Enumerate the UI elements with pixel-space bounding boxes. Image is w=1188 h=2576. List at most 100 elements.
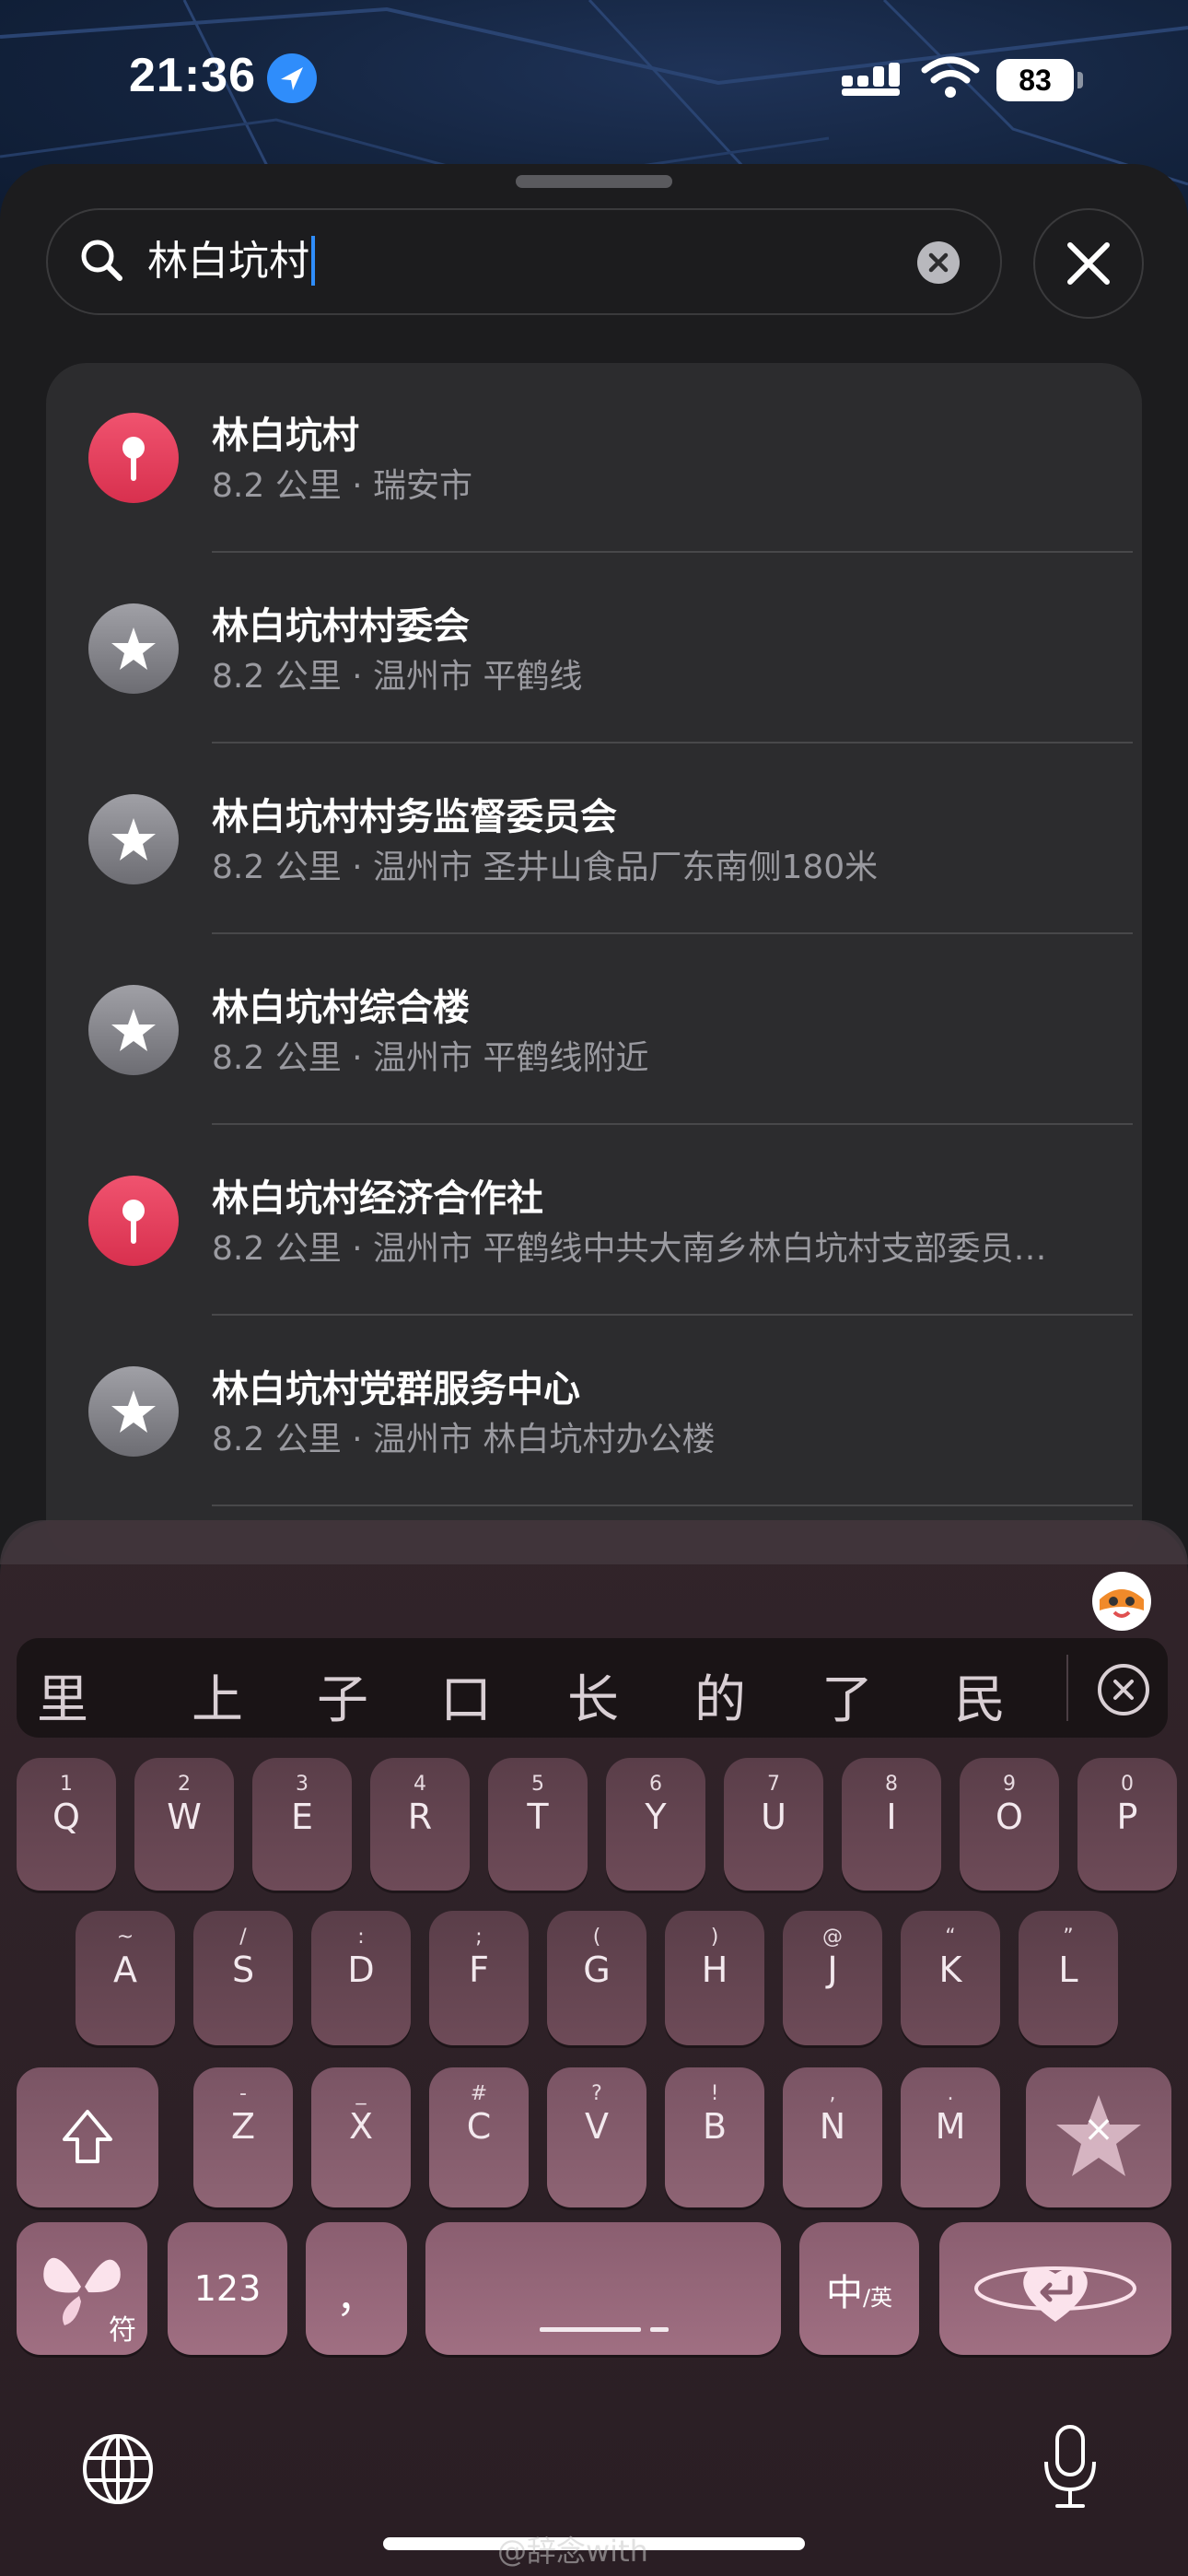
result-row[interactable]: 林白坑村 8.2 公里 · 瑞安市 (46, 363, 1142, 554)
key-secondary-label: ” (1063, 1926, 1074, 1949)
space-key[interactable] (425, 2222, 781, 2355)
close-icon[interactable] (1033, 208, 1144, 319)
key-k[interactable]: “K (901, 1911, 1000, 2045)
row-divider (212, 1123, 1133, 1125)
key-secondary-label: ! (710, 2082, 719, 2105)
key-label: K (938, 1950, 962, 1990)
key-secondary-label: ( (592, 1926, 601, 1949)
numbers-key[interactable]: 123 (168, 2222, 287, 2355)
key-x[interactable]: _ X (311, 2067, 411, 2207)
key-w[interactable]: 2W (134, 1758, 234, 1891)
key-secondary-label: / (239, 1926, 247, 1949)
comma-key[interactable]: ， (306, 2222, 407, 2355)
key-o[interactable]: 9O (960, 1758, 1059, 1891)
key-e[interactable]: 3E (252, 1758, 352, 1891)
key-label: F (469, 1950, 489, 1990)
result-row[interactable]: 林白坑村村务监督委员会 8.2 公里 · 温州市 圣井山食品厂东南侧180米 (46, 744, 1142, 935)
candidate-item[interactable]: 里 (26, 1658, 99, 1733)
keyboard-mascot-icon[interactable] (1092, 1572, 1151, 1631)
delete-key[interactable]: × (1026, 2067, 1171, 2207)
key-label: R (407, 1797, 433, 1837)
row-divider (212, 1505, 1133, 1506)
candidate-item[interactable]: 的 (683, 1658, 757, 1733)
key-i[interactable]: 8I (842, 1758, 941, 1891)
key-z[interactable]: -Z (193, 2067, 293, 2207)
key-q[interactable]: 1Q (17, 1758, 116, 1891)
result-title: 林白坑村党群服务中心 (212, 1368, 580, 1411)
search-input-text: 林白坑村 (147, 238, 309, 285)
candidate-divider (1066, 1655, 1068, 1721)
key-r[interactable]: 4R (370, 1758, 470, 1891)
key-h[interactable]: ) H (665, 1911, 764, 2045)
key-secondary-label: _ (355, 2082, 367, 2105)
key-label: X (348, 2106, 374, 2147)
result-subtitle: 8.2 公里 · 温州市 平鹤线中共大南乡林白坑村支部委员… (212, 1230, 1047, 1268)
key-t[interactable]: 5T (488, 1758, 588, 1891)
candidate-item[interactable]: 口 (429, 1658, 503, 1733)
search-input[interactable]: 林白坑村 (147, 236, 315, 287)
result-row[interactable]: 林白坑村村委会 8.2 公里 · 温州市 平鹤线 (46, 554, 1142, 744)
key-l[interactable]: ” L (1019, 1911, 1118, 2045)
key-p[interactable]: 0P (1077, 1758, 1177, 1891)
key-d[interactable]: :D (311, 1911, 411, 2045)
key-secondary-label: 9 (1003, 1773, 1016, 1796)
candidate-item[interactable]: 了 (810, 1658, 884, 1733)
key-u[interactable]: 7U (724, 1758, 823, 1891)
sheet-grabber[interactable] (516, 175, 672, 188)
key-secondary-label: @ (822, 1926, 843, 1949)
candidate-item[interactable]: 子 (306, 1658, 379, 1733)
result-row[interactable]: 林白坑村党群服务中心 8.2 公里 · 温州市 林白坑村办公楼 (46, 1317, 1142, 1507)
star-icon (88, 603, 179, 694)
wifi-icon (921, 56, 980, 98)
candidate-item[interactable]: 长 (556, 1658, 630, 1733)
key-a[interactable]: ~ A (76, 1911, 175, 2045)
key-label: Y (645, 1797, 667, 1837)
result-title: 林白坑村经济合作社 (212, 1177, 543, 1220)
key-label: S (231, 1950, 255, 1990)
numbers-key-label: 123 (193, 2268, 262, 2309)
candidate-close-icon[interactable] (1098, 1664, 1149, 1715)
language-key[interactable]: 中/英 (799, 2222, 919, 2355)
result-row[interactable]: 林白坑村经济合作社 8.2 公里 · 温州市 平鹤线中共大南乡林白坑村支部委员… (46, 1126, 1142, 1317)
key-n[interactable]: ,N (783, 2067, 882, 2207)
key-b[interactable]: ! B (665, 2067, 764, 2207)
result-subtitle: 8.2 公里 · 温州市 平鹤线 (212, 658, 583, 696)
battery-tip (1077, 72, 1083, 88)
key-label: J (827, 1950, 838, 1990)
key-f[interactable]: ; F (429, 1911, 529, 2045)
result-title: 林白坑村综合楼 (212, 987, 470, 1029)
key-m[interactable]: .M (901, 2067, 1000, 2207)
star-icon (88, 794, 179, 884)
key-j[interactable]: @ J (783, 1911, 882, 2045)
status-bar: 21:36 83 (0, 0, 1188, 157)
row-divider (212, 551, 1133, 553)
comma-key-label: ， (336, 2275, 377, 2322)
key-secondary-label: 3 (296, 1773, 309, 1796)
key-label: B (702, 2106, 728, 2147)
key-label: I (886, 1797, 897, 1837)
globe-icon[interactable] (79, 2430, 157, 2508)
text-caret (311, 236, 315, 286)
watermark: @辞念with (497, 2534, 648, 2569)
candidate-item[interactable]: 上 (181, 1658, 254, 1733)
key-y[interactable]: 6Y (606, 1758, 705, 1891)
microphone-icon[interactable] (1041, 2423, 1100, 2512)
key-secondary-label: 5 (531, 1773, 544, 1796)
key-c[interactable]: # C (429, 2067, 529, 2207)
candidate-item[interactable]: 民 (943, 1658, 1017, 1733)
key-v[interactable]: ? V (547, 2067, 646, 2207)
result-row[interactable]: 林白坑村综合楼 8.2 公里 · 温州市 平鹤线附近 (46, 935, 1142, 1126)
battery-icon: 83 (996, 59, 1074, 101)
result-title: 林白坑村村务监督委员会 (212, 796, 617, 838)
key-secondary-label: 1 (60, 1773, 73, 1796)
key-label: G (583, 1950, 611, 1990)
pin-icon (88, 1176, 179, 1266)
shift-key[interactable] (17, 2067, 158, 2207)
key-s[interactable]: / S (193, 1911, 293, 2045)
key-g[interactable]: (G (547, 1911, 646, 2045)
clear-icon[interactable] (917, 241, 960, 284)
cellular-signal-icon (842, 63, 900, 96)
symbol-key[interactable]: 符 (17, 2222, 147, 2355)
key-secondary-label: “ (945, 1926, 956, 1949)
return-key[interactable] (939, 2222, 1171, 2355)
